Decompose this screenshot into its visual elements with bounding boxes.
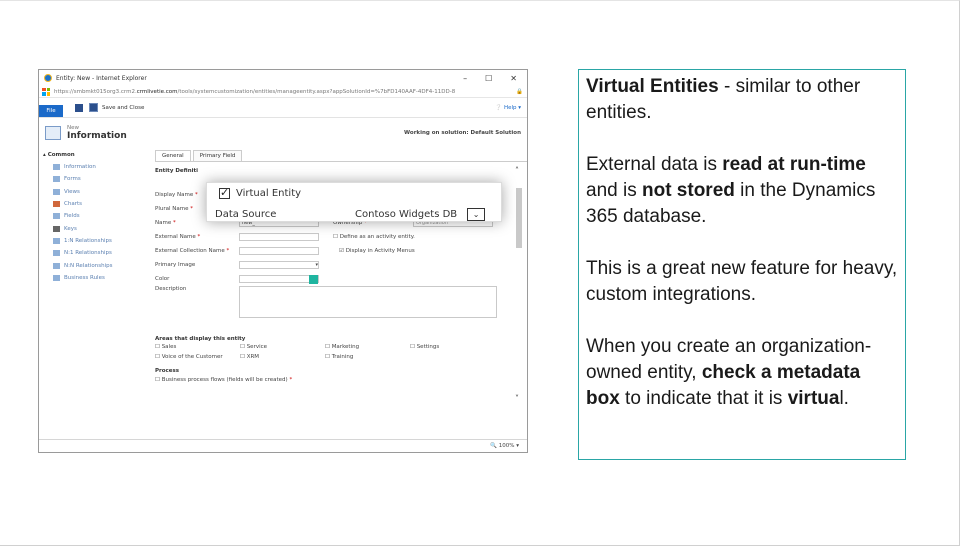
- browser-titlebar: Entity: New - Internet Explorer – ☐ ✕: [39, 70, 527, 86]
- panel-paragraph-3: This is a great new feature for heavy, c…: [586, 258, 898, 305]
- url-prefix: https://smbmkt015org3.crm2.: [54, 88, 137, 95]
- nav-item-views[interactable]: Views: [43, 186, 149, 198]
- url-rest: /tools/systemcustomization/entities/mana…: [177, 88, 456, 95]
- window-title: Entity: New - Internet Explorer: [56, 74, 147, 82]
- data-source-select[interactable]: Contoso Widgets DB ⌄: [355, 208, 486, 221]
- relationship-icon: [53, 262, 60, 269]
- checkbox-define-activity[interactable]: ☐ Define as an activity entity.: [333, 234, 415, 240]
- command-bar: File Save and Close ❔ Help ▾: [39, 98, 527, 118]
- nav-item-business-rules[interactable]: Business Rules: [43, 272, 149, 284]
- help-button[interactable]: ❔ Help ▾: [495, 105, 527, 111]
- entity-nav: ▴ Common Information Forms Views Charts …: [39, 148, 149, 418]
- header-title: Information: [67, 131, 127, 141]
- window-controls: – ☐ ✕: [463, 74, 527, 83]
- keys-icon: [53, 225, 60, 232]
- views-icon: [53, 188, 60, 195]
- url-domain: crmlivetie.com: [136, 88, 178, 95]
- virtual-entity-label: Virtual Entity: [236, 188, 302, 199]
- entity-icon: [45, 126, 61, 140]
- form-scrollbar[interactable]: ˄ ˅: [515, 166, 523, 408]
- nav-group-common[interactable]: ▴ Common: [43, 152, 149, 158]
- data-source-label: Data Source: [215, 209, 277, 220]
- area-marketing[interactable]: ☐ Marketing: [325, 344, 410, 350]
- minimize-icon[interactable]: –: [463, 74, 467, 83]
- primary-image-select[interactable]: ▾: [239, 261, 319, 269]
- nav-item-1n-relationships[interactable]: 1:N Relationships: [43, 235, 149, 247]
- nav-item-n1-relationships[interactable]: N:1 Relationships: [43, 247, 149, 259]
- virtual-entity-checkbox[interactable]: [219, 186, 230, 199]
- color-field[interactable]: [239, 275, 319, 283]
- help-label: Help: [503, 104, 517, 111]
- label-color: Color: [155, 276, 170, 282]
- crm-screenshot: Entity: New - Internet Explorer – ☐ ✕ ht…: [38, 69, 528, 453]
- nav-item-keys[interactable]: Keys: [43, 222, 149, 234]
- color-swatch[interactable]: [309, 274, 318, 284]
- save-close-button[interactable]: Save and Close: [102, 105, 144, 111]
- label-primary-image: Primary Image: [155, 262, 196, 268]
- external-collection-name-field[interactable]: [239, 247, 319, 255]
- checkbox-display-activity-menus[interactable]: ☑ Display in Activity Menus: [339, 248, 415, 254]
- zoom-level[interactable]: 🔍 100% ▾: [490, 443, 519, 449]
- charts-icon: [53, 201, 60, 208]
- nav-item-charts[interactable]: Charts: [43, 198, 149, 210]
- maximize-icon[interactable]: ☐: [485, 74, 492, 83]
- save-close-icon[interactable]: [89, 103, 98, 112]
- tab-general[interactable]: General: [155, 150, 191, 161]
- area-service[interactable]: ☐ Service: [240, 344, 325, 350]
- browser-statusbar: 🔍 100% ▾: [39, 439, 527, 452]
- area-settings[interactable]: ☐ Settings: [410, 344, 439, 350]
- nav-item-forms[interactable]: Forms: [43, 173, 149, 185]
- file-button[interactable]: File: [39, 104, 63, 117]
- form-header: New Information Working on solution: Def…: [39, 118, 527, 148]
- relationship-icon: [53, 250, 60, 257]
- lock-icon: 🔒: [516, 88, 523, 95]
- nav-item-fields[interactable]: Fields: [43, 210, 149, 222]
- area-sales[interactable]: ☐ Sales: [155, 344, 240, 350]
- virtual-entity-callout: Virtual Entity Data Source Contoso Widge…: [206, 182, 502, 222]
- label-external-collection-name: External Collection Name *: [155, 248, 230, 254]
- relationship-icon: [53, 237, 60, 244]
- panel-paragraph-2: External data is read at run-time and is…: [586, 154, 876, 227]
- label-description: Description: [155, 286, 187, 292]
- label-external-name: External Name *: [155, 234, 201, 240]
- panel-paragraph-4: When you create an organization-owned en…: [586, 336, 872, 409]
- nav-item-information[interactable]: Information: [43, 161, 149, 173]
- chevron-down-icon[interactable]: ˅: [515, 394, 519, 403]
- area-voice-of-customer[interactable]: ☐ Voice of the Customer: [155, 354, 240, 360]
- scroll-thumb[interactable]: [516, 188, 522, 248]
- data-source-value: Contoso Widgets DB: [355, 209, 458, 220]
- tab-primary-field[interactable]: Primary Field: [192, 150, 243, 161]
- panel-paragraph-1: Virtual Entities - similar to other enti…: [586, 76, 861, 123]
- address-bar[interactable]: https://smbmkt015org3.crm2. crmlivetie.co…: [39, 86, 527, 98]
- close-icon[interactable]: ✕: [510, 74, 517, 83]
- business-rules-icon: [53, 274, 60, 281]
- nav-item-nn-relationships[interactable]: N:N Relationships: [43, 259, 149, 271]
- chevron-down-icon[interactable]: ⌄: [467, 208, 486, 221]
- microsoft-logo-icon: [42, 87, 50, 96]
- description-panel: Virtual Entities - similar to other enti…: [578, 69, 906, 460]
- process-business-flows[interactable]: ☐ Business process flows (fields will be…: [155, 377, 292, 383]
- description-field[interactable]: [239, 286, 497, 318]
- external-name-field[interactable]: [239, 233, 319, 241]
- forms-icon: [53, 176, 60, 183]
- area-xrm[interactable]: ☐ XRM: [240, 354, 325, 360]
- working-on-solution: Working on solution: Default Solution: [404, 130, 521, 136]
- area-training[interactable]: ☐ Training: [325, 354, 353, 360]
- information-icon: [53, 164, 60, 171]
- ie-logo-icon: [44, 74, 52, 82]
- chevron-up-icon[interactable]: ˄: [515, 166, 519, 175]
- save-icon[interactable]: [75, 103, 83, 112]
- fields-icon: [53, 213, 60, 220]
